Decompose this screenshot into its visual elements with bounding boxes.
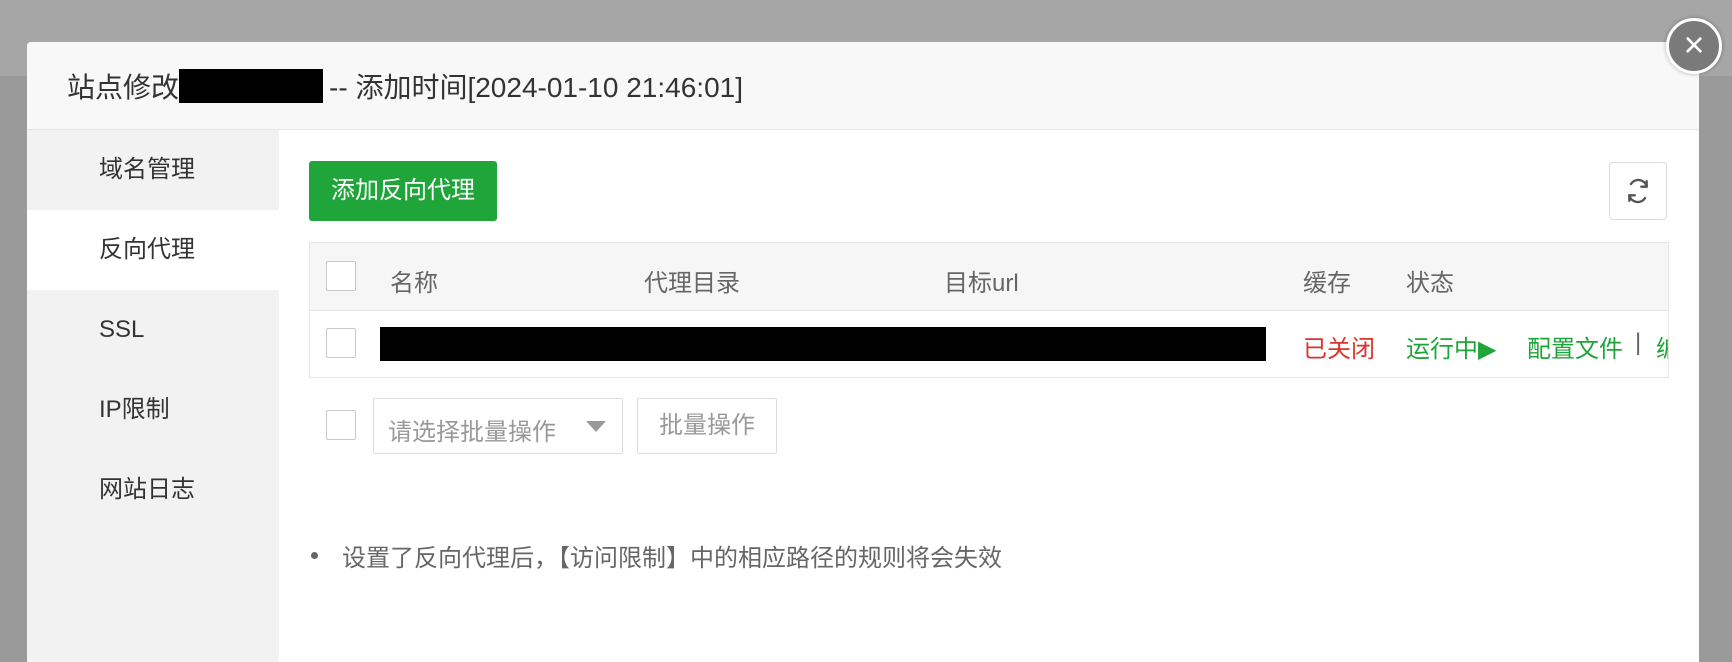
reverse-proxy-panel: 添加反向代理 名称 代理目录 目标url 缓存 状态 已关闭 运行中▶ 配置文件… [279, 130, 1699, 662]
redacted-row-content [380, 327, 1266, 361]
batch-action-select[interactable]: 请选择批量操作 [373, 398, 623, 454]
notice-text: 设置了反向代理后，【访问限制】中的相应路径的规则将会失效 [342, 545, 1002, 572]
sidebar-item-ip-limit[interactable]: IP限制 [27, 370, 279, 450]
refresh-icon [1628, 178, 1648, 204]
sidebar-item-ssl[interactable]: SSL [27, 290, 279, 370]
col-status: 状态 [1406, 270, 1454, 297]
col-cache: 缓存 [1303, 270, 1351, 297]
batch-operate-button[interactable]: 批量操作 [637, 398, 777, 454]
notice-item: 设置了反向代理后，【访问限制】中的相应路径的规则将会失效 [309, 538, 1002, 573]
redacted-site-name [179, 69, 324, 103]
batch-select-placeholder: 请选择批量操作 [388, 419, 556, 446]
col-proxy-dir: 代理目录 [644, 270, 740, 297]
sidebar-item-label: 网站日志 [99, 476, 195, 503]
col-target-url: 目标url [944, 270, 1019, 297]
add-reverse-proxy-button[interactable]: 添加反向代理 [309, 161, 497, 221]
dialog-sidebar: 域名管理 反向代理 SSL IP限制 网站日志 [27, 130, 279, 662]
close-icon: × [1683, 24, 1705, 65]
close-dialog-button[interactable]: × [1666, 18, 1722, 74]
sidebar-item-reverse-proxy[interactable]: 反向代理 [27, 210, 279, 290]
bullet-icon [311, 552, 318, 559]
proxy-table: 名称 代理目录 目标url 缓存 状态 已关闭 运行中▶ 配置文件 | 编 [309, 242, 1669, 378]
sidebar-item-label: IP限制 [99, 396, 170, 423]
cache-status[interactable]: 已关闭 [1303, 329, 1375, 364]
refresh-button[interactable] [1609, 162, 1667, 220]
sidebar-item-label: SSL [99, 316, 145, 343]
sidebar-item-domain[interactable]: 域名管理 [27, 130, 279, 210]
row-checkbox[interactable] [326, 328, 356, 358]
site-edit-dialog: 站点修改 -- 添加时间[2024-01-10 21:46:01] 域名管理 反… [27, 42, 1699, 662]
select-all-checkbox[interactable] [326, 261, 356, 291]
title-prefix: 站点修改 [67, 72, 180, 103]
run-status[interactable]: 运行中▶ [1406, 329, 1496, 364]
action-separator: | [1635, 329, 1642, 356]
batch-operations: 请选择批量操作 批量操作 [309, 398, 809, 456]
table-header: 名称 代理目录 目标url 缓存 状态 [310, 243, 1668, 311]
sidebar-item-label: 反向代理 [99, 236, 195, 263]
col-name: 名称 [390, 270, 438, 297]
batch-select-all-checkbox[interactable] [326, 410, 356, 440]
edit-link-partial[interactable]: 编 [1656, 329, 1668, 364]
config-file-link[interactable]: 配置文件 [1527, 329, 1623, 364]
dialog-header: 站点修改 -- 添加时间[2024-01-10 21:46:01] [27, 42, 1699, 130]
chevron-down-icon [586, 421, 606, 432]
title-added-time: -- 添加时间[2024-01-10 21:46:01] [329, 72, 744, 103]
table-row: 已关闭 运行中▶ 配置文件 | 编 [310, 311, 1668, 377]
sidebar-item-site-log[interactable]: 网站日志 [27, 450, 279, 530]
dialog-title: 站点修改 -- 添加时间[2024-01-10 21:46:01] [67, 66, 743, 106]
sidebar-item-label: 域名管理 [99, 156, 195, 183]
